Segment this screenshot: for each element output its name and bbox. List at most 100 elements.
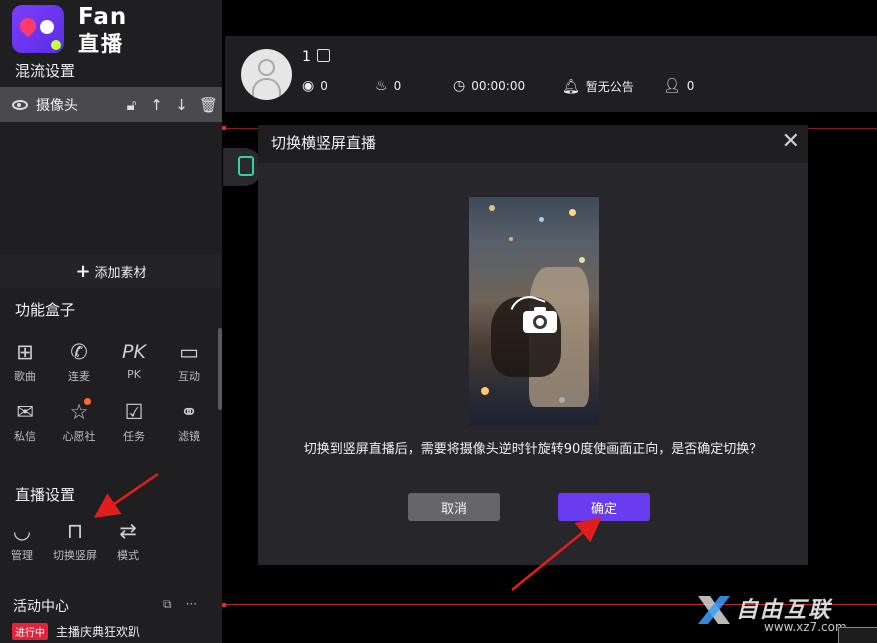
dialog-header: 切换横竖屏直播 ✕ [258,125,808,163]
fire-icon: ♨ [375,78,388,94]
clipboard-check-icon [238,156,254,176]
live-item-label: 切换竖屏 [53,549,97,562]
window-icon[interactable]: ⧉ [163,597,172,612]
live-item-rotate-screen[interactable]: ⊓ 切换竖屏 [50,519,100,563]
source-tools: 🔓︎ ↑ ↓ 🗑︎ [124,96,218,114]
stage-corner-handle[interactable] [222,603,226,607]
username: 1 [302,49,311,65]
stat-value: 0 [393,79,402,93]
live-settings-title: 直播设置 [15,486,76,504]
add-material-label: 添加素材 [94,265,147,281]
filter-icon: ⚭ [180,400,198,424]
watermark-logo-icon [698,596,730,624]
app-logo [12,5,64,53]
activity-item[interactable]: 进行中 主播庆典狂欢趴 [12,623,140,640]
bell-icon: 🔔︎ [562,78,580,95]
activity-center-title: 活动中心 [13,599,69,615]
func-item-label: 心愿社 [62,430,96,443]
activity-tools: ⧉ ··· [163,597,197,612]
func-item-pk[interactable]: PK PK [109,340,159,381]
pk-icon: PK [122,341,146,363]
stat-value: 暂无公告 [585,80,634,94]
coin-icon: ◉ [302,78,315,94]
func-item-label: 滤镜 [178,430,200,443]
activity-item-title: 主播庆典狂欢趴 [56,625,141,639]
stat-value: 00:00:00 [471,79,526,93]
stat-announcement[interactable]: 🔔︎ 暂无公告 [562,78,634,95]
orientation-switch-dialog: 切换横竖屏直播 ✕ 切换到竖屏直播后，需要将摄像头逆时针旋转90度使画面正向，是… [258,125,808,565]
func-item-label: 歌曲 [14,370,36,383]
source-row-camera[interactable]: 摄像头 🔓︎ ↑ ↓ 🗑︎ [0,87,222,122]
manage-icon: ◡ [12,519,32,543]
corner-widget[interactable] [838,627,877,643]
live-item-manage[interactable]: ◡ 管理 [0,519,47,563]
badge-dot-icon [51,40,61,50]
add-material-button[interactable]: + 添加素材 [0,254,222,288]
heart-icon [16,14,40,38]
task-icon: ☑ [124,400,144,424]
stage-corner-handle[interactable] [222,126,226,130]
brand-name-cn: 直播 [78,32,124,56]
sidebar: Fan 直播 混流设置 摄像头 🔓︎ ↑ ↓ 🗑︎ + 添加素材 功能盒子 ⊞ … [0,0,222,643]
func-item-link-mic[interactable]: ✆ 连麦 [54,340,104,384]
plus-icon: + [75,260,91,282]
camera-icon [523,305,557,333]
func-item-label: PK [127,368,141,381]
func-item-wish[interactable]: ☆ 心愿社 [54,398,104,444]
stat-coins: ◉ 0 [302,78,328,94]
rotate-screen-icon: ⊓ [66,519,84,543]
avatar[interactable] [241,49,292,100]
func-item-interact[interactable]: ▭ 互动 [164,340,214,384]
chat-icon: ▭ [179,340,199,364]
func-item-messages[interactable]: ✉ 私信 [0,400,50,444]
avatar-head-icon [258,59,275,76]
more-icon[interactable]: ··· [186,597,197,612]
dialog-message: 切换到竖屏直播后，需要将摄像头逆时针旋转90度使画面正向，是否确定切换？ [303,442,763,457]
mix-settings-title: 混流设置 [15,62,76,80]
avatar-body-icon [252,78,281,96]
eye-icon[interactable] [12,99,28,110]
sidebar-scrollbar[interactable] [218,328,222,410]
dialog-title: 切换横竖屏直播 [271,134,377,152]
arrow-down-icon[interactable]: ↓ [174,96,189,114]
func-item-label: 互动 [178,370,200,383]
edit-icon[interactable] [317,49,330,62]
func-item-tasks[interactable]: ☑ 任务 [109,400,159,444]
function-box-title: 功能盒子 [15,301,76,319]
wish-icon: ☆ [69,400,89,424]
func-item-label: 连麦 [68,370,90,383]
mail-icon: ✉ [16,400,34,424]
phone-icon: ✆ [70,340,88,364]
func-item-songs[interactable]: ⊞ 歌曲 [0,340,50,384]
clipboard-tab[interactable] [223,148,263,186]
watermark-url: www.xz7.com [764,620,847,634]
streamer-info-bar: 1 ◉ 0 ♨ 0 ◷ 00:00:00 🔔︎ 暂无公告 👤︎ 0 [225,36,877,112]
lock-icon[interactable]: 🔓︎ [124,96,139,114]
live-item-label: 模式 [117,549,139,562]
clock-icon: ◷ [453,78,466,94]
func-item-label: 任务 [123,430,145,443]
arrow-up-icon[interactable]: ↑ [149,96,164,114]
func-item-filter[interactable]: ⚭ 滤镜 [164,400,214,444]
stat-value: 0 [320,79,328,93]
func-item-label: 私信 [14,430,36,443]
stat-heat: ♨ 0 [375,78,401,94]
notification-dot [84,398,91,405]
live-item-label: 管理 [11,549,33,562]
close-icon[interactable]: ✕ [782,129,800,154]
stat-viewers: 👤︎ 0 [663,78,694,94]
stat-value: 0 [686,79,695,93]
portrait-preview-image [469,197,599,426]
user-icon: 👤︎ [663,78,681,94]
grid-icon: ⊞ [16,340,34,364]
brand-name-en: Fan [78,4,128,30]
status-badge: 进行中 [12,623,48,640]
live-item-mode[interactable]: ⇄ 模式 [103,519,153,563]
confirm-button[interactable]: 确定 [558,493,650,521]
mode-icon: ⇄ [119,519,137,543]
dot-icon [40,20,54,34]
trash-icon[interactable]: 🗑︎ [199,96,218,114]
stat-duration: ◷ 00:00:00 [453,78,525,94]
source-label: 摄像头 [36,97,78,114]
cancel-button[interactable]: 取消 [408,493,500,521]
